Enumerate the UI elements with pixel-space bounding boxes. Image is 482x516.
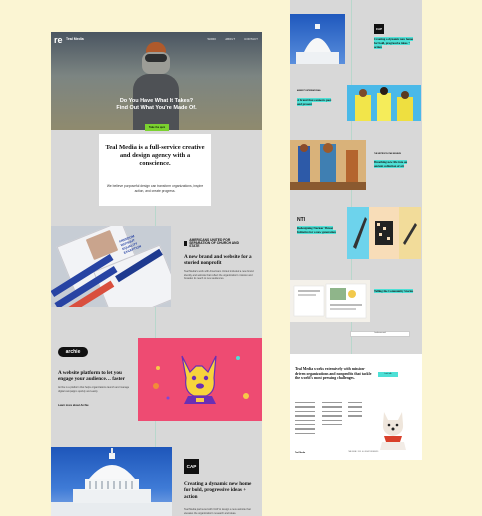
amnesty-thumbnail[interactable] [347, 85, 421, 121]
white-dog-illustration [380, 412, 406, 450]
hero-banner: re Teal Media WORK ABOUT CONTACT Do You … [51, 32, 262, 130]
work-item-title-text: Redesigning Nuclear Threat Initiative fo… [297, 226, 336, 234]
cap-logo: CAP [374, 24, 384, 34]
work-item-title[interactable]: Telling the Community Stories [374, 289, 416, 293]
footer-link[interactable] [295, 428, 315, 430]
footer-link[interactable] [322, 410, 342, 413]
work-item-title-text: Creating a dynamic new home for bold, pr… [374, 37, 413, 49]
archie-logo: archie [58, 347, 88, 357]
gas-mask-figure [131, 40, 181, 130]
footer-link[interactable] [348, 406, 362, 408]
work-item-title[interactable]: Creating a dynamic new home for bold, pr… [374, 37, 416, 49]
intro-card: Teal Media is a full-service creative an… [99, 134, 211, 206]
timeline-divider [155, 206, 156, 226]
hero-headline-line2: Find Out What You're Made Of. [116, 104, 197, 111]
cap-logo: CAP [184, 459, 199, 474]
dog-illustration [153, 355, 249, 404]
site-footer: Teal Media works extensively with missio… [290, 354, 422, 460]
learn-more-link[interactable]: Learn more about Archie [58, 404, 89, 407]
footer-links-column [348, 402, 362, 420]
work-item-title[interactable]: Breathing new life into an ancient colle… [374, 160, 416, 168]
americans-united-mark-icon [184, 240, 188, 246]
load-more-button[interactable]: Load more work [350, 331, 410, 337]
footer-link[interactable] [295, 410, 315, 413]
project-description: Archie is a platform that helps organiza… [58, 386, 130, 393]
footer-link[interactable] [322, 419, 342, 421]
nti-logo: NTI [297, 217, 306, 223]
nav-item-about[interactable]: ABOUT [225, 38, 235, 41]
work-page-mockup: CAP Creating a dynamic new home for bold… [290, 0, 422, 460]
archie-project-image[interactable] [138, 338, 262, 421]
met-logo: THE METROPOLITAN MUSEUM [374, 153, 401, 155]
work-item-title[interactable]: A brand that connects past and present [297, 98, 335, 106]
footer-link[interactable] [295, 423, 315, 426]
footer-brand[interactable]: Teal Media [295, 452, 305, 454]
people-in-yellow-illustration [355, 87, 413, 121]
americans-united-logo-text: AMERICANS UNITED FOR SEPARATION OF CHURC… [189, 237, 239, 248]
capitol-illustration [51, 448, 172, 516]
amnesty-logo: AMNESTY INTERNATIONAL [297, 90, 321, 92]
main-nav: WORK ABOUT CONTACT [207, 38, 258, 41]
footer-link[interactable] [348, 410, 362, 413]
homepage-mockup: re Teal Media WORK ABOUT CONTACT Do You … [51, 32, 262, 516]
project-description: Teal Media's work with Americans United … [184, 270, 254, 281]
footer-link[interactable] [322, 406, 342, 408]
work-item-title[interactable]: Redesigning Nuclear Threat Initiative fo… [297, 226, 343, 234]
timeline-divider [155, 421, 156, 447]
project-title[interactable]: A new brand and website for a storied no… [184, 254, 258, 267]
footer-link[interactable] [295, 432, 315, 435]
footer-link[interactable] [322, 415, 342, 417]
cap-project-image[interactable] [51, 447, 172, 516]
website-screens-illustration [293, 283, 367, 319]
brand-name: Teal Media [66, 37, 84, 41]
footer-link[interactable] [295, 406, 315, 408]
egyptian-art-illustration [290, 140, 366, 190]
americans-united-logo: AMERICANS UNITED FOR SEPARATION OF CHURC… [184, 237, 244, 248]
figure-goggles [145, 54, 167, 62]
footer-legal-text: TEAL MEDIA © 2024 · ALL RIGHTS RESERVED [348, 452, 379, 453]
footer-links-column [322, 402, 342, 428]
footer-link[interactable] [295, 415, 315, 417]
timeline-divider [155, 307, 156, 338]
capitol-dome-icon [296, 24, 339, 64]
footer-link[interactable] [348, 415, 362, 417]
work-item-title-text: A brand that connects past and present [297, 98, 332, 106]
hero-headline: Do You Have What It Takes? Find Out What… [51, 98, 262, 111]
brand-logo[interactable]: re [54, 35, 65, 45]
project-title[interactable]: Creating a dynamic new home for bold, pr… [184, 481, 258, 500]
intro-title: Teal Media is a full-service creative an… [105, 144, 205, 167]
intro-body: We believe purposeful design can transfo… [106, 184, 204, 193]
footer-links-column [295, 402, 315, 437]
dog-photo [376, 406, 410, 450]
nav-item-contact[interactable]: CONTACT [244, 38, 258, 41]
footer-link[interactable] [322, 423, 342, 426]
missile-collage-illustration [347, 207, 421, 259]
footer-link[interactable] [295, 402, 315, 404]
nti-thumbnail[interactable] [347, 207, 421, 259]
project-description: Teal Media partnered with CAP to design … [184, 508, 251, 515]
work-item-title-text: Breathing new life into an ancient colle… [374, 160, 408, 168]
quiz-cta-button[interactable]: Take the quiz [145, 124, 169, 131]
cap-thumbnail[interactable] [290, 14, 345, 64]
footer-link[interactable] [295, 419, 315, 421]
met-thumbnail[interactable] [290, 140, 366, 190]
contact-button[interactable]: Let's talk [378, 372, 398, 377]
nav-item-work[interactable]: WORK [207, 38, 216, 41]
americans-united-project-image[interactable]: FREEDOM WITHOUT EQUALITY EXCEPTION [51, 226, 171, 307]
footer-mission-statement: Teal Media works extensively with missio… [295, 367, 372, 381]
footer-link[interactable] [348, 402, 362, 404]
work-item-title-text: Telling the Community Stories [374, 289, 414, 293]
community-stories-thumbnail[interactable] [290, 280, 370, 322]
project-title[interactable]: A website platform to let you engage you… [58, 370, 134, 383]
footer-link[interactable] [322, 402, 342, 404]
